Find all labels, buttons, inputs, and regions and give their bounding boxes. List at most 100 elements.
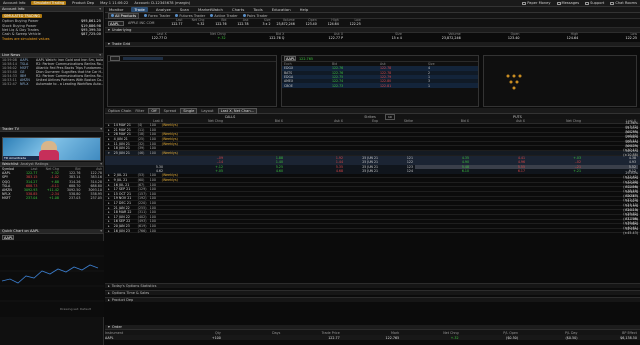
expand-icon[interactable]: ▾ [108, 325, 110, 329]
news-item[interactable]: 10:52:47 NFLX Automate to - a Leading Work… [0, 82, 103, 86]
tab-monitor[interactable]: Monitor [108, 7, 124, 12]
collapse-icon[interactable]: ▾ [99, 53, 101, 57]
account-selector[interactable]: Account: D-12345678 (margin) [134, 1, 190, 5]
trade-grid-cell-ladder[interactable]: AAPL 122.765 Exch Bid Ask Size EDGX 122.7… [281, 55, 479, 107]
put-net-chg-cell[interactable]: -.21 [527, 164, 583, 169]
call-net-chg-cell[interactable]: -.14 [165, 160, 225, 164]
col-strike[interactable]: Strike [380, 119, 415, 123]
col-call-bid[interactable]: Bid X [225, 119, 285, 123]
call-net-chg-cell[interactable]: -.09 [165, 156, 225, 160]
col-exp[interactable]: Exp [345, 119, 380, 123]
strike-row[interactable]: 4.62 +.05 4.60 4.68 25 JUN 21 124 6.10 6.17 +.21… [105, 169, 640, 174]
expand-icon[interactable]: ▸ [108, 219, 110, 223]
put-net-chg-cell[interactable]: +.21 [527, 169, 583, 173]
put-ask-cell[interactable]: 5.55 [471, 164, 527, 169]
tab-trade[interactable]: Trade [131, 7, 148, 12]
call-ask-cell[interactable]: 1.44 [285, 160, 345, 164]
expand-icon[interactable]: ▸ [108, 142, 110, 146]
tab-charts[interactable]: Charts [231, 7, 245, 12]
collapse-icon[interactable]: ▾ [100, 127, 102, 131]
call-last-cell[interactable]: 5.30 [105, 165, 165, 169]
chart-drawing-note[interactable]: Drawing set: Default [60, 307, 91, 311]
options-time-sales-header[interactable]: ▸ Options Time & Sales [105, 290, 640, 295]
expand-icon[interactable]: ▸ [108, 192, 110, 196]
ladder-row[interactable]: CBOE 122.73 122.81 1 [282, 83, 478, 88]
put-ask-cell[interactable]: 6.17 [471, 169, 527, 173]
top-item-product[interactable]: Product Dep [72, 1, 94, 5]
col-put-ask[interactable]: Ask X [471, 119, 527, 123]
grid-symbol-input[interactable] [110, 56, 120, 61]
tab-scan[interactable]: Scan [179, 7, 190, 12]
put-last-cell[interactable]: 4.93 [583, 160, 638, 164]
col-put-net[interactable]: Net Chng [527, 119, 583, 123]
position-col-8[interactable]: BP Effect [581, 331, 640, 335]
call-ask-cell[interactable]: 1.92 [285, 156, 345, 160]
option-chain-title[interactable]: Option Chain [108, 109, 131, 113]
trade-grid-header[interactable]: ▾ Trade Grid [105, 42, 640, 47]
expand-icon[interactable]: ▸ [108, 206, 110, 210]
put-last-cell[interactable]: 5.52 [583, 164, 638, 169]
put-net-chg-cell[interactable]: +.03 [527, 156, 583, 160]
call-net-chg-cell[interactable]: +.12 [165, 165, 225, 169]
expand-icon[interactable]: ▸ [108, 284, 110, 288]
subtab-forex-trader[interactable]: Forex Trader [144, 14, 170, 18]
expand-icon[interactable]: ▾ [108, 151, 110, 155]
chart-symbol-input[interactable]: AAPL [2, 235, 14, 240]
symbol-input[interactable]: AAPL [108, 20, 124, 26]
messages-button[interactable]: Messages [556, 1, 579, 5]
tab-tools[interactable]: Tools [252, 7, 263, 12]
put-bid-cell[interactable]: 6.10 [415, 169, 471, 173]
position-col-3[interactable]: Trade Price [283, 331, 342, 335]
position-row[interactable]: AAPL +100 122.77 122.765 +.32 ($0.50) ($0.50) $… [105, 335, 640, 340]
trade-grid-cell-empty[interactable] [107, 55, 277, 107]
tab-marketwatch[interactable]: MarketWatch [197, 7, 224, 12]
expand-icon[interactable]: ▾ [108, 28, 110, 32]
expand-icon[interactable]: ▸ [108, 298, 110, 302]
position-col-7[interactable]: P/L Day [521, 331, 580, 335]
expand-icon[interactable]: ▸ [108, 291, 110, 295]
watchlist-subtitle[interactable]: Analyst Ratings [20, 162, 48, 166]
options-stats-header[interactable]: ▸ Today's Options Statistics [105, 283, 640, 288]
trader-tv-header[interactable]: Trader TV ▾ [0, 127, 104, 132]
put-bid-cell[interactable]: 4.90 [415, 160, 471, 164]
expand-icon[interactable]: ▸ [108, 196, 110, 200]
put-bid-cell[interactable]: 4.35 [415, 156, 471, 160]
expand-icon[interactable]: ▾ [108, 42, 110, 46]
call-bid-cell[interactable]: 1.40 [225, 160, 285, 164]
expand-icon[interactable]: ▸ [108, 137, 110, 141]
position-col-2[interactable]: Days [224, 331, 283, 335]
put-last-cell[interactable]: 4.38 [583, 156, 638, 160]
chat-rooms-button[interactable]: Chat Rooms [610, 1, 637, 5]
expand-icon[interactable]: ▸ [108, 224, 110, 228]
layout-select[interactable]: Last X, Net Chan... [217, 107, 258, 114]
expand-icon[interactable]: ▸ [108, 183, 110, 187]
expand-icon[interactable]: ▸ [108, 128, 110, 132]
put-bid-cell[interactable]: 5.48 [415, 164, 471, 169]
col-put-bid[interactable]: Bid X [415, 119, 471, 123]
expiration-row[interactable]: ▸ 16 JUN 23 (766) 100 32.10% (±45.43) [105, 227, 640, 235]
expand-icon[interactable]: ▸ [108, 123, 110, 127]
collapse-icon[interactable]: ▾ [100, 162, 102, 166]
quick-chart-canvas[interactable] [0, 241, 104, 317]
subtab-futures-trader[interactable]: Futures Trader [175, 14, 205, 18]
video-player[interactable]: TD Ameritrade Network [2, 137, 101, 161]
collapse-icon[interactable]: ▾ [100, 229, 102, 233]
expand-icon[interactable]: ▸ [108, 173, 110, 177]
call-ask-cell[interactable]: 5.35 [285, 165, 345, 169]
support-button[interactable]: Support [585, 1, 604, 5]
expand-icon[interactable]: ▸ [108, 146, 110, 150]
expand-icon[interactable]: ▸ [108, 215, 110, 219]
position-col-6[interactable]: P/L Open [462, 331, 521, 335]
call-ask-cell[interactable]: 4.68 [285, 169, 345, 173]
spread-select[interactable]: Single [180, 107, 198, 114]
position-col-4[interactable]: Mark [343, 331, 402, 335]
watchlist-row[interactable]: MSFT 237.04 +1.08 237.03 237.05 [0, 196, 104, 200]
product-dep-header[interactable]: ▸ Product Dep [105, 297, 640, 302]
tab-education[interactable]: Education [271, 7, 292, 12]
top-item-account[interactable]: Account Info [3, 1, 25, 5]
expand-icon[interactable]: ▸ [108, 178, 110, 182]
position-col-0[interactable]: Instrument [105, 331, 164, 335]
put-net-chg-cell[interactable]: -.02 [527, 160, 583, 164]
put-ask-cell[interactable]: 4.41 [471, 156, 527, 160]
position-col-1[interactable]: Qty [164, 331, 223, 335]
